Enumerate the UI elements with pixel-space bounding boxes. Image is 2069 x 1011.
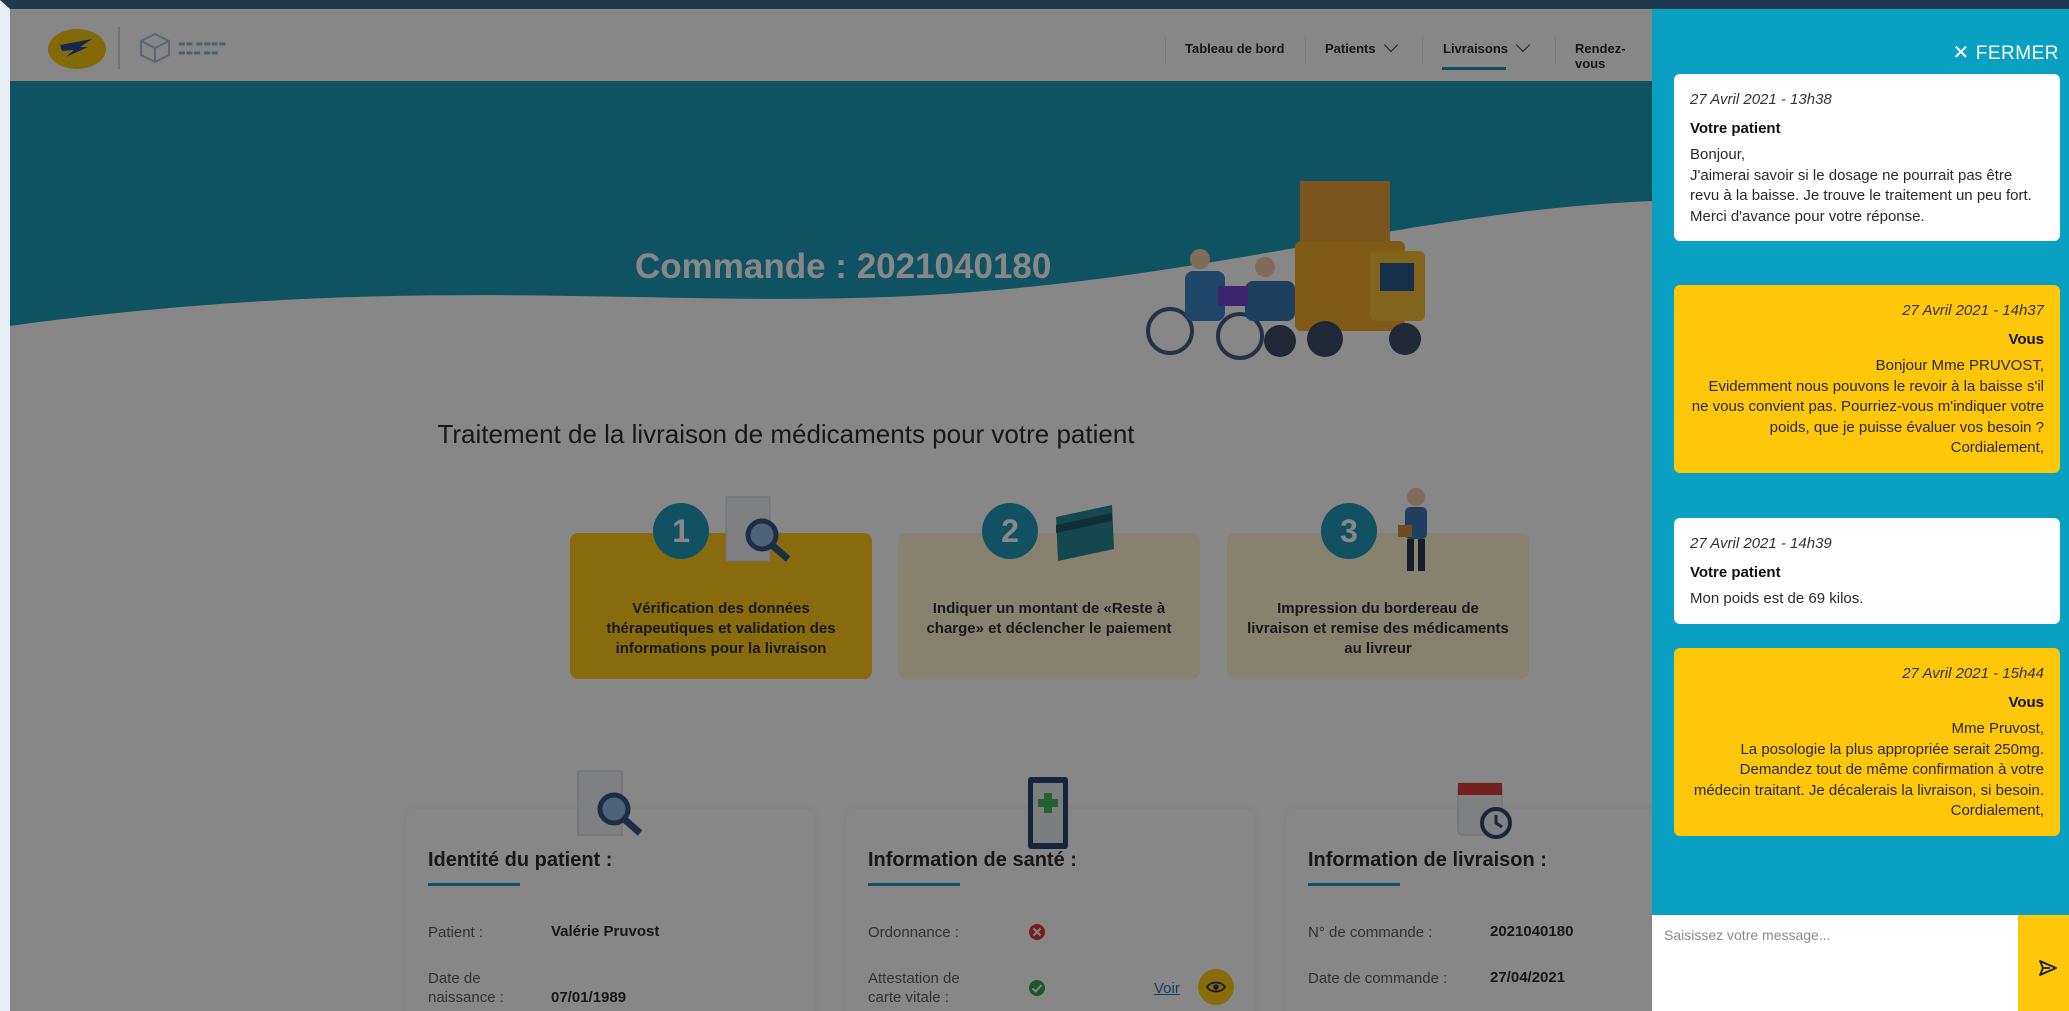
main-page: ▬▬ ▬▬▬▬▬▬▬ ▬▬ Tableau de bord Patients L…: [10, 9, 1652, 1011]
send-icon: [2039, 960, 2057, 976]
message-date: 27 Avril 2021 - 13h38: [1690, 91, 1832, 108]
message-bubble-own: 27 Avril 2021 - 15h44 Vous Mme Pruvost, …: [1674, 648, 2060, 836]
message-author: Vous: [2008, 330, 2044, 348]
modal-backdrop-overlay[interactable]: [10, 9, 1652, 1011]
message-body: Mon poids est de 69 kilos.: [1690, 590, 1864, 607]
close-icon: ✕: [1952, 42, 1970, 64]
send-message-button[interactable]: [2018, 915, 2069, 1011]
message-bubble-own: 27 Avril 2021 - 14h37 Vous Bonjour Mme P…: [1674, 285, 2060, 473]
message-input[interactable]: [1652, 915, 2016, 1011]
messages-side-panel: ✕ FERMER 27 Avril 2021 - 13h38 Votre pati…: [1652, 9, 2069, 1011]
message-date: 27 Avril 2021 - 15h44: [1902, 665, 2044, 682]
message-body: Bonjour Mme PRUVOST, Evidemment nous pou…: [1691, 357, 2044, 456]
message-bubble-patient: 27 Avril 2021 - 13h38 Votre patient Bonj…: [1674, 74, 2060, 241]
message-body: Bonjour, J'aimerai savoir si le dosage n…: [1690, 146, 2032, 225]
message-date: 27 Avril 2021 - 14h37: [1902, 302, 2044, 319]
message-author: Votre patient: [1690, 119, 1781, 137]
message-composer: [1652, 915, 2018, 1011]
message-author: Vous: [2008, 693, 2044, 711]
message-bubble-patient: 27 Avril 2021 - 14h39 Votre patient Mon …: [1674, 518, 2060, 624]
message-body: Mme Pruvost, La posologie la plus approp…: [1693, 720, 2044, 819]
app-frame: ▬▬ ▬▬▬▬▬▬▬ ▬▬ Tableau de bord Patients L…: [0, 0, 2069, 1011]
message-date: 27 Avril 2021 - 14h39: [1690, 535, 1832, 552]
close-panel-button[interactable]: ✕ FERMER: [1953, 40, 2060, 65]
message-author: Votre patient: [1690, 563, 1781, 581]
